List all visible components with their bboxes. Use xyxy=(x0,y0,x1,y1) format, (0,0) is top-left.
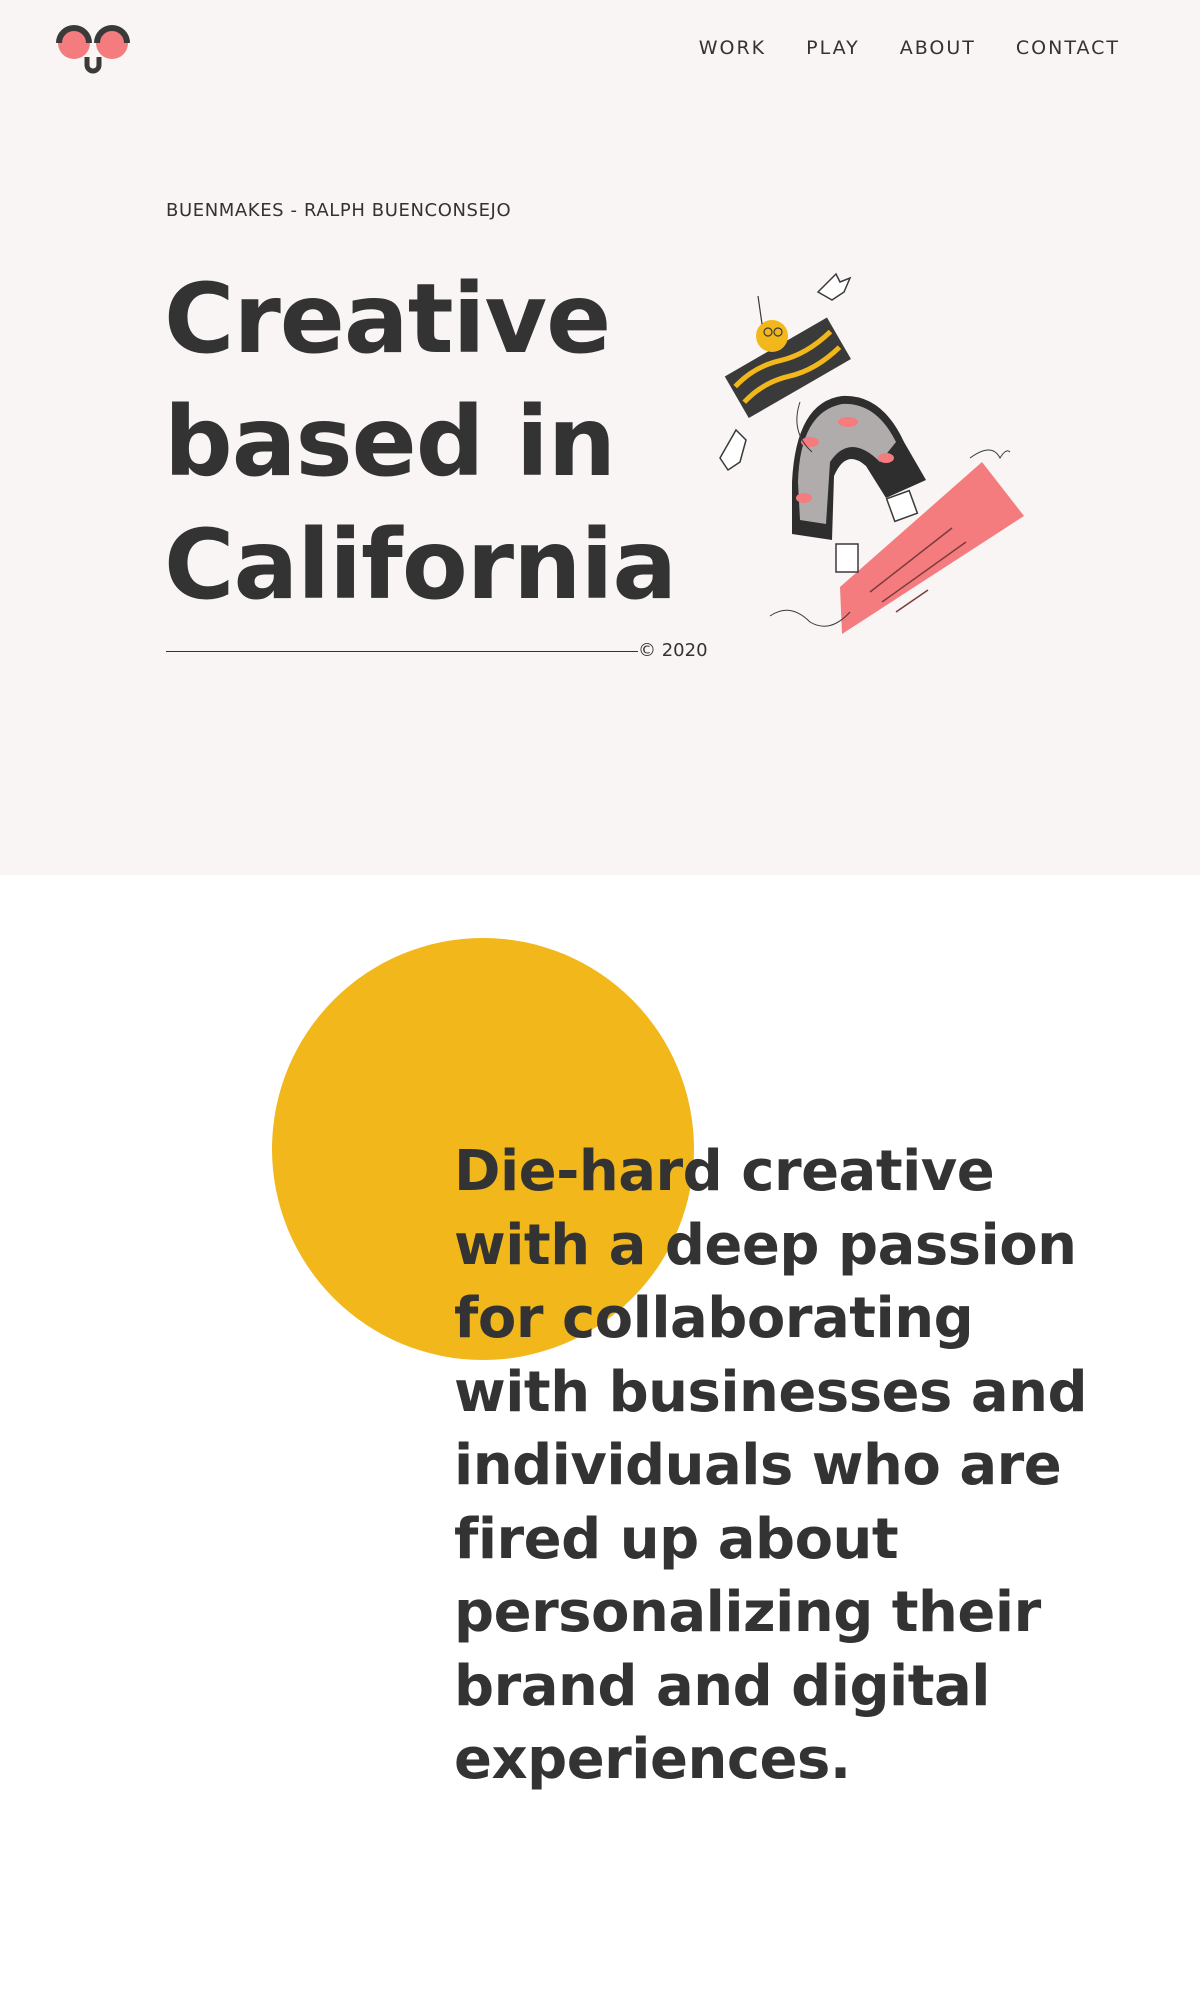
hero-section: WORK PLAY ABOUT CONTACT BUENMAKES - RALP… xyxy=(0,0,1200,875)
hero-title: Creative based in California xyxy=(164,258,764,627)
hero-eyebrow: BUENMAKES - RALPH BUENCONSEJO xyxy=(166,200,512,221)
copyright-text: © 2020 xyxy=(638,640,708,661)
hero-divider xyxy=(166,651,638,652)
logo-icon[interactable] xyxy=(56,22,138,78)
nav-item-play[interactable]: PLAY xyxy=(806,37,860,59)
about-statement: Die-hard creative with a deep passion fo… xyxy=(454,1139,1088,1792)
nav-item-about[interactable]: ABOUT xyxy=(900,37,976,59)
hero-title-line: California xyxy=(164,509,677,621)
main-nav: WORK PLAY ABOUT CONTACT xyxy=(699,37,1120,59)
hero-title-line: based in xyxy=(164,386,616,498)
falling-person-illustration xyxy=(700,262,1040,642)
nav-item-work[interactable]: WORK xyxy=(699,37,766,59)
nav-item-contact[interactable]: CONTACT xyxy=(1016,37,1120,59)
hero-title-line: Creative xyxy=(164,263,611,375)
